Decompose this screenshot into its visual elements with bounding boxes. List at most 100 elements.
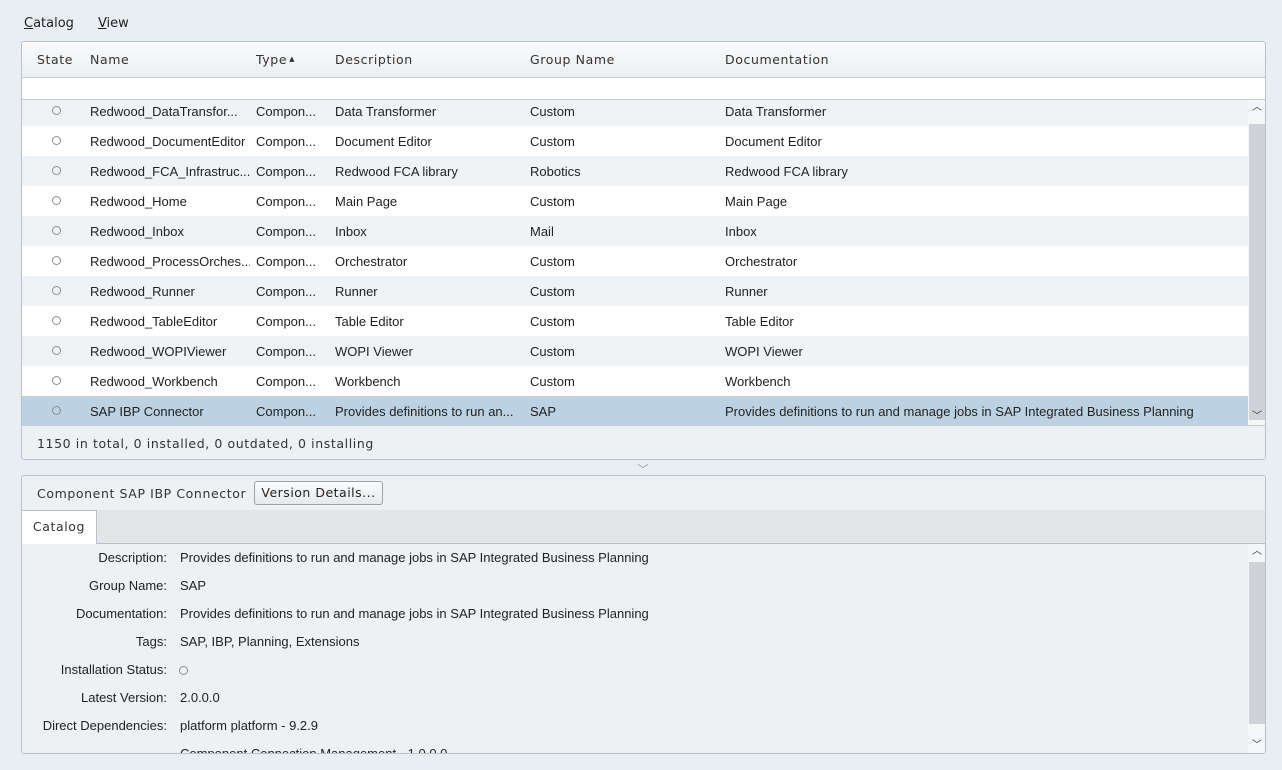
cell-group: Custom xyxy=(530,254,575,269)
column-header-documentation[interactable]: Documentation xyxy=(725,52,829,67)
cell-type: Compon... xyxy=(256,254,316,269)
cell-name: Redwood_DataTransfor... xyxy=(90,104,238,119)
cell-documentation: Inbox xyxy=(725,224,757,239)
table-row[interactable]: Redwood_Workbench Compon... Workbench Custo… xyxy=(22,366,1248,396)
detail-title: Component SAP IBP Connector xyxy=(37,486,247,501)
cell-group: Custom xyxy=(530,194,575,209)
scrollbar-thumb[interactable] xyxy=(1249,562,1265,724)
cell-description: Table Editor xyxy=(335,314,404,329)
state-radio-icon xyxy=(52,346,61,355)
state-radio-icon xyxy=(52,256,61,265)
table-row[interactable]: Redwood_WOPIViewer Compon... WOPI Viewer Cu… xyxy=(22,336,1248,366)
cell-group: Custom xyxy=(530,284,575,299)
cell-documentation: Document Editor xyxy=(725,134,822,149)
table-status-bar: 1150 in total, 0 installed, 0 outdated, … xyxy=(22,425,1265,459)
cell-documentation: Data Transformer xyxy=(725,104,827,119)
filter-row[interactable] xyxy=(22,78,1265,100)
cell-type: Compon... xyxy=(256,404,316,419)
scrollbar-thumb[interactable] xyxy=(1249,124,1265,420)
cell-type: Compon... xyxy=(256,164,316,179)
cell-name: Redwood_Inbox xyxy=(90,224,184,239)
column-header-group-name[interactable]: Group Name xyxy=(530,52,615,67)
table-scrollbar[interactable]: ︿ ﹀ xyxy=(1248,100,1265,425)
detail-tabstrip: Catalog xyxy=(22,510,1265,545)
state-radio-icon xyxy=(52,196,61,205)
cell-group: Custom xyxy=(530,314,575,329)
tab-catalog[interactable]: Catalog xyxy=(22,510,97,545)
state-radio-icon xyxy=(52,376,61,385)
column-header-name[interactable]: Name xyxy=(90,52,129,67)
cell-documentation: Redwood FCA library xyxy=(725,164,848,179)
cell-description: Main Page xyxy=(335,194,398,209)
cell-name: Redwood_WOPIViewer xyxy=(90,344,227,359)
property-label: Installation Status: xyxy=(60,662,167,677)
property-value: SAP, IBP, Planning, Extensions xyxy=(180,634,360,649)
version-details-button[interactable]: Version Details... xyxy=(254,481,383,505)
scroll-up-icon[interactable]: ︿ xyxy=(1248,100,1265,116)
cell-group: SAP xyxy=(530,404,557,419)
cell-description: Orchestrator xyxy=(335,254,408,269)
component-detail-panel: Component SAP IBP Connector Version Deta… xyxy=(21,475,1266,754)
menu-view[interactable]: View xyxy=(96,14,131,34)
cell-name: Redwood_Workbench xyxy=(90,374,218,389)
cell-description: WOPI Viewer xyxy=(335,344,413,359)
property-value: Provides definitions to run and manage j… xyxy=(180,606,649,621)
cell-name: Redwood_DocumentEditor xyxy=(90,134,246,149)
cell-group: Mail xyxy=(530,224,554,239)
splitter-chevron-down-icon[interactable]: ﹀ xyxy=(635,461,651,476)
cell-documentation: Main Page xyxy=(725,194,788,209)
cell-type: Compon... xyxy=(256,344,316,359)
cell-name: SAP IBP Connector xyxy=(90,404,204,419)
column-header-type[interactable]: Type ▲ xyxy=(256,52,295,67)
table-row[interactable]: Redwood_DataTransfor... Compon... Data Tra… xyxy=(22,100,1248,126)
menu-bar: Catalog View xyxy=(22,14,131,34)
table-row[interactable]: SAP IBP Connector Compon... Provides defin… xyxy=(22,396,1248,425)
property-label: Direct Dependencies: xyxy=(42,718,167,733)
cell-description: Redwood FCA library xyxy=(335,164,458,179)
cell-documentation: Table Editor xyxy=(725,314,794,329)
cell-name: Redwood_ProcessOrches... xyxy=(90,254,250,269)
cell-documentation: Runner xyxy=(725,284,768,299)
state-radio-icon xyxy=(52,316,61,325)
scroll-down-icon[interactable]: ﹀ xyxy=(1248,409,1265,425)
state-radio-icon xyxy=(52,226,61,235)
scroll-down-icon[interactable]: ﹀ xyxy=(1248,738,1265,753)
detail-scrollbar[interactable]: ︿ ﹀ xyxy=(1248,544,1265,753)
property-value: Provides definitions to run and manage j… xyxy=(180,550,649,565)
state-radio-icon xyxy=(52,286,61,295)
property-label: Latest Version: xyxy=(81,690,167,705)
cell-documentation: Provides definitions to run and manage j… xyxy=(725,404,1194,419)
property-list: Description: Provides definitions to run … xyxy=(22,544,1248,753)
cell-description: Document Editor xyxy=(335,134,432,149)
scroll-up-icon[interactable]: ︿ xyxy=(1248,544,1265,560)
property-label: Description: xyxy=(98,550,167,565)
cell-type: Compon... xyxy=(256,314,316,329)
table-row[interactable]: Redwood_ProcessOrches... Compon... Orchest… xyxy=(22,246,1248,276)
table-row[interactable]: Redwood_Inbox Compon... Inbox Mail Inbox xyxy=(22,216,1248,246)
table-row[interactable]: Redwood_DocumentEditor Compon... Document … xyxy=(22,126,1248,156)
property-label: Documentation: xyxy=(75,606,167,621)
property-value: SAP xyxy=(180,578,207,593)
cell-group: Custom xyxy=(530,374,575,389)
sort-ascending-icon: ▲ xyxy=(289,55,296,63)
state-radio-icon xyxy=(52,166,61,175)
table-row[interactable]: Redwood_Home Compon... Main Page Custom Main… xyxy=(22,186,1248,216)
table-row[interactable]: Redwood_FCA_Infrastruc... Compon... Redwoo… xyxy=(22,156,1248,186)
cell-type: Compon... xyxy=(256,194,316,209)
cell-type: Compon... xyxy=(256,374,316,389)
table-row[interactable]: Redwood_Runner Compon... Runner Custom Runne… xyxy=(22,276,1248,306)
cell-type: Compon... xyxy=(256,104,316,119)
cell-description: Provides definitions to run an... xyxy=(335,404,514,419)
cell-description: Data Transformer xyxy=(335,104,437,119)
table-row[interactable]: Redwood_TableEditor Compon... Table Editor… xyxy=(22,306,1248,336)
cell-description: Runner xyxy=(335,284,378,299)
status-summary: 1150 in total, 0 installed, 0 outdated, … xyxy=(37,436,374,451)
property-value: platform platform - 9.2.9 xyxy=(180,718,318,733)
column-header-state[interactable]: State xyxy=(37,52,73,67)
state-radio-icon xyxy=(52,406,61,415)
cell-group: Custom xyxy=(530,104,575,119)
property-value: 2.0.0.0 xyxy=(180,690,220,705)
column-header-description[interactable]: Description xyxy=(335,52,413,67)
menu-catalog[interactable]: Catalog xyxy=(22,14,76,34)
cell-name: Redwood_TableEditor xyxy=(90,314,218,329)
